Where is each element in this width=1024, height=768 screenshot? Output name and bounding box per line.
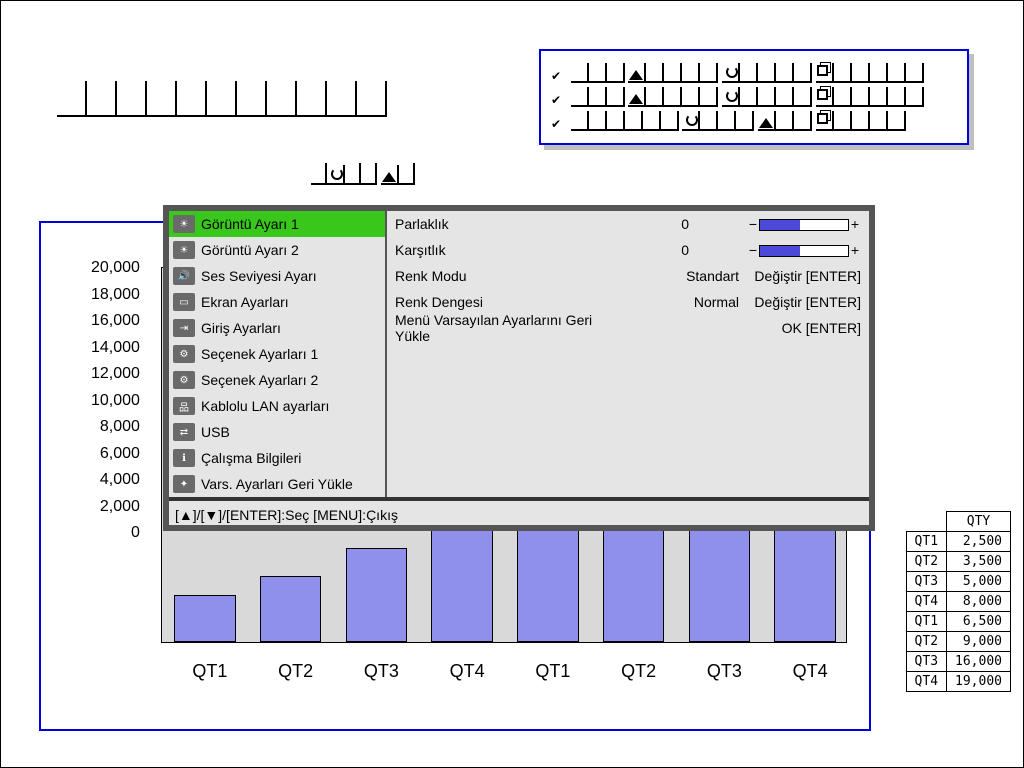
table-row: QT29,000 xyxy=(906,632,1010,652)
osd-item-label: Seçenek Ayarları 2 xyxy=(201,372,318,388)
osd-item-label: Ses Seviyesi Ayarı xyxy=(201,268,317,284)
menu-icon: ✦ xyxy=(173,475,195,493)
y-axis: 20,000 18,000 16,000 14,000 12,000 10,00… xyxy=(91,259,140,551)
osd-item[interactable]: ℹ Çalışma Bilgileri xyxy=(169,445,385,471)
osd-item[interactable]: 品 Kablolu LAN ayarları xyxy=(169,393,385,419)
menu-icon: ☀ xyxy=(173,241,195,259)
placeholder-row-1 xyxy=(57,81,387,117)
osd-item-label: Giriş Ayarları xyxy=(201,320,281,336)
colorbal-change[interactable]: Değiştir [ENTER] xyxy=(745,294,861,310)
menu-icon: ⇥ xyxy=(173,319,195,337)
colorbal-label: Renk Dengesi xyxy=(395,294,625,310)
table-row: QT48,000 xyxy=(906,592,1010,612)
menu-icon: 🔊 xyxy=(173,267,195,285)
colorbal-value: Normal xyxy=(625,294,745,310)
osd-item[interactable]: ⚙ Seçenek Ayarları 2 xyxy=(169,367,385,393)
legend-box xyxy=(539,49,969,145)
osd-item[interactable]: ☀ Görüntü Ayarı 1 xyxy=(169,211,385,237)
contrast-value: 0 xyxy=(625,242,695,258)
colormode-change[interactable]: Değiştir [ENTER] xyxy=(745,268,861,284)
brightness-label: Parlaklık xyxy=(395,216,625,232)
table-row: QT316,000 xyxy=(906,652,1010,672)
x-tick-label: QT4 xyxy=(424,661,510,682)
osd-item-label: USB xyxy=(201,424,230,440)
osd-item-label: Görüntü Ayarı 1 xyxy=(201,216,299,232)
placeholder-row-2 xyxy=(311,163,415,185)
osd-item[interactable]: ⚙ Seçenek Ayarları 1 xyxy=(169,341,385,367)
menu-icon: ⇄ xyxy=(173,423,195,441)
osd-item-label: Kablolu LAN ayarları xyxy=(201,398,329,414)
bar xyxy=(260,576,322,642)
osd-item-label: Vars. Ayarları Geri Yükle xyxy=(201,476,353,492)
menu-icon: ☀ xyxy=(173,215,195,233)
table-row: QT35,000 xyxy=(906,572,1010,592)
table-row: QT419,000 xyxy=(906,672,1010,692)
bar xyxy=(174,595,236,642)
x-axis: QT1QT2QT3QT4QT1QT2QT3QT4 xyxy=(167,661,853,682)
osd-item[interactable]: ⇄ USB xyxy=(169,419,385,445)
osd-item-label: Çalışma Bilgileri xyxy=(201,450,301,466)
osd-item[interactable]: 🔊 Ses Seviyesi Ayarı xyxy=(169,263,385,289)
bar xyxy=(346,548,408,642)
menu-icon: ⚙ xyxy=(173,371,195,389)
osd-item[interactable]: ✦ Vars. Ayarları Geri Yükle xyxy=(169,471,385,497)
osd-sidebar: ☀ Görüntü Ayarı 1 ☀ Görüntü Ayarı 2 🔊 Ses Sev… xyxy=(169,211,387,497)
qty-table: QTY QT12,500QT23,500QT35,000QT48,000QT16… xyxy=(906,511,1011,692)
menu-icon: ℹ xyxy=(173,449,195,467)
osd-footer: [▲]/[▼]/[ENTER]:Seç [MENU]:Çıkış xyxy=(169,497,869,525)
x-tick-label: QT1 xyxy=(510,661,596,682)
table-row: QT16,500 xyxy=(906,612,1010,632)
x-tick-label: QT3 xyxy=(339,661,425,682)
reset-defaults-label: Menü Varsayılan Ayarlarını Geri Yükle xyxy=(395,312,628,344)
osd-item[interactable]: ▭ Ekran Ayarları xyxy=(169,289,385,315)
brightness-slider[interactable]: −+ xyxy=(695,216,861,232)
colormode-label: Renk Modu xyxy=(395,268,625,284)
menu-icon: ⚙ xyxy=(173,345,195,363)
x-tick-label: QT3 xyxy=(682,661,768,682)
table-row: QT12,500 xyxy=(906,532,1010,552)
osd-menu: ☀ Görüntü Ayarı 1 ☀ Görüntü Ayarı 2 🔊 Ses Sev… xyxy=(163,205,875,531)
contrast-slider[interactable]: −+ xyxy=(695,242,861,258)
osd-item-label: Ekran Ayarları xyxy=(201,294,289,310)
osd-panel: Parlaklık 0 −+ Karşıtlık 0 −+ Renk Modu … xyxy=(387,211,869,497)
bar xyxy=(517,520,579,642)
brightness-value: 0 xyxy=(625,216,695,232)
colormode-value: Standart xyxy=(625,268,745,284)
contrast-label: Karşıtlık xyxy=(395,242,625,258)
reset-defaults[interactable]: OK [ENTER] xyxy=(628,320,861,336)
table-row: QT23,500 xyxy=(906,552,1010,572)
osd-item-label: Görüntü Ayarı 2 xyxy=(201,242,299,258)
x-tick-label: QT2 xyxy=(596,661,682,682)
osd-item[interactable]: ⇥ Giriş Ayarları xyxy=(169,315,385,341)
x-tick-label: QT4 xyxy=(767,661,853,682)
menu-icon: 品 xyxy=(173,397,195,415)
x-tick-label: QT1 xyxy=(167,661,253,682)
osd-item-label: Seçenek Ayarları 1 xyxy=(201,346,318,362)
osd-item[interactable]: ☀ Görüntü Ayarı 2 xyxy=(169,237,385,263)
menu-icon: ▭ xyxy=(173,293,195,311)
x-tick-label: QT2 xyxy=(253,661,339,682)
